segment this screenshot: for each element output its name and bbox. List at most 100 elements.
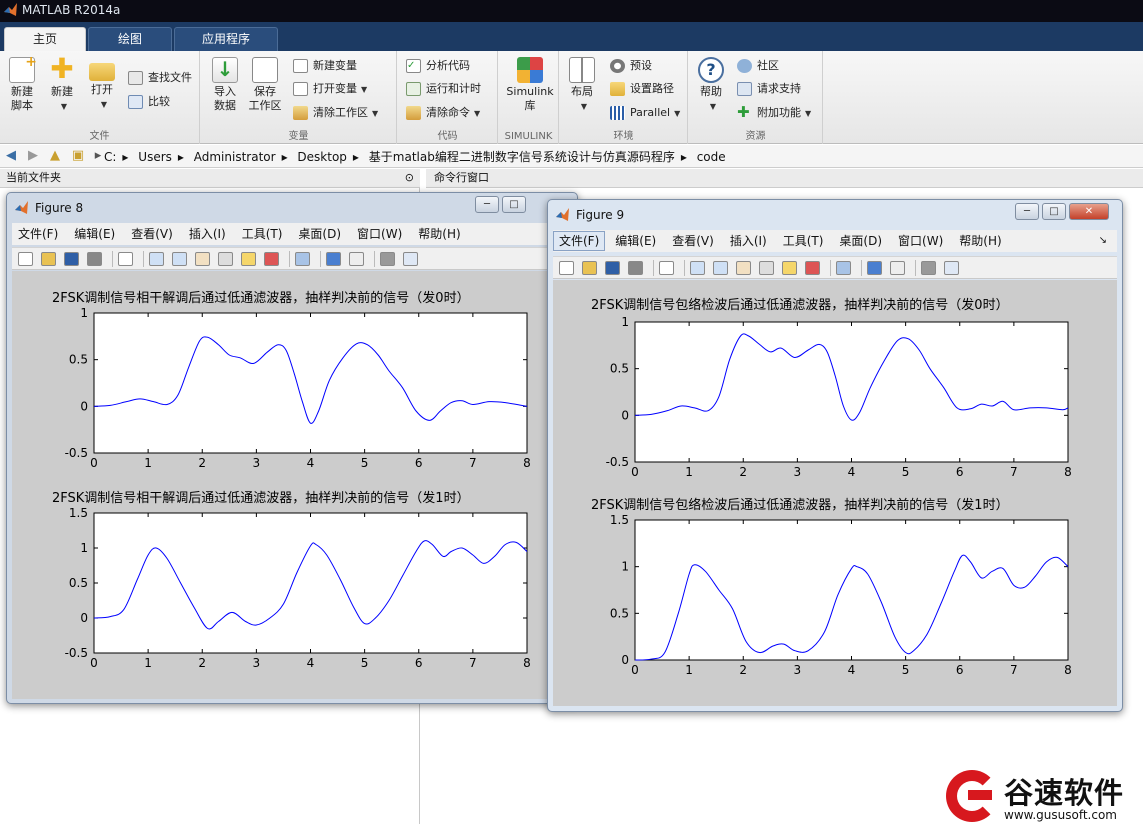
tab-home[interactable]: 主页 [4, 27, 86, 51]
watermark-url: www.gususoft.com [1004, 808, 1117, 822]
legend-icon[interactable] [349, 252, 364, 266]
menu-desktop[interactable]: 桌面(D) [833, 230, 888, 252]
link-plot-icon[interactable] [295, 252, 310, 266]
data-cursor-icon[interactable] [782, 261, 797, 275]
print-icon[interactable] [628, 261, 643, 275]
open-button[interactable]: 打开 ▼ [82, 57, 122, 112]
minimize-button[interactable]: ─ [475, 196, 499, 213]
axes-2[interactable]: 0 1 2 3 4 5 6 7 8-0.500.511.5 [12, 503, 572, 673]
up-folder-icon[interactable]: ▲ [47, 148, 63, 164]
zoom-in-icon[interactable] [149, 252, 164, 266]
menu-tools[interactable]: 工具(T) [236, 223, 289, 245]
breadcrumb-item[interactable]: Users [138, 150, 172, 164]
tab-apps[interactable]: 应用程序 [174, 27, 278, 51]
open-file-icon[interactable] [41, 252, 56, 266]
addons-button[interactable]: ✚ 附加功能 ▼ [737, 104, 811, 122]
menu-help[interactable]: 帮助(H) [412, 223, 466, 245]
clear-commands-label: 清除命令 [426, 106, 470, 119]
browse-folder-icon[interactable]: ▣ [70, 148, 86, 164]
breadcrumb-separator: ▸ [680, 150, 687, 164]
breadcrumb-item[interactable]: Desktop [297, 150, 347, 164]
preferences-button[interactable]: 预设 [610, 57, 652, 75]
breadcrumb-item[interactable]: 基于matlab编程二进制数字信号系统设计与仿真源码程序 [369, 150, 675, 164]
select-arrow-icon[interactable] [118, 252, 133, 266]
brush-icon[interactable] [264, 252, 279, 266]
hide-tools-icon[interactable] [380, 252, 395, 266]
help-button[interactable]: ? 帮助 ▼ [691, 57, 731, 114]
data-cursor-icon[interactable] [241, 252, 256, 266]
show-tools-icon[interactable] [944, 261, 959, 275]
simulink-library-button[interactable]: Simulink 库 [505, 57, 555, 113]
figure-8-window[interactable]: Figure 8 ─ □ 文件(F) 编辑(E) 查看(V) 插入(I) 工具(T) 桌面… [6, 192, 578, 704]
colorbar-icon[interactable] [326, 252, 341, 266]
menu-file[interactable]: 文件(F) [553, 231, 606, 251]
clear-workspace-button[interactable]: 清除工作区 ▼ [293, 104, 378, 122]
parallel-button[interactable]: Parallel ▼ [610, 104, 680, 122]
back-arrow-icon[interactable]: ◀ [3, 148, 19, 164]
hide-tools-icon[interactable] [921, 261, 936, 275]
new-button[interactable]: ✚ 新建 ▼ [42, 55, 82, 114]
menu-desktop[interactable]: 桌面(D) [292, 223, 347, 245]
request-support-button[interactable]: 请求支持 [737, 80, 801, 98]
legend-icon[interactable] [890, 261, 905, 275]
import-data-button[interactable]: ↓ 导入 数据 [205, 57, 245, 113]
save-workspace-button[interactable]: 保存 工作区 [245, 57, 285, 113]
new-figure-icon[interactable] [18, 252, 33, 266]
axes-2[interactable]: 0 1 2 3 4 5 6 7 8 0 0.5 1 1.5 [553, 510, 1117, 680]
menu-insert[interactable]: 插入(I) [183, 223, 232, 245]
run-and-time-button[interactable]: 运行和计时 [406, 80, 481, 98]
colorbar-icon[interactable] [867, 261, 882, 275]
layout-button[interactable]: 布局 ▼ [562, 57, 602, 114]
pan-hand-icon[interactable] [736, 261, 751, 275]
x-tick-label: 0 [90, 456, 98, 470]
menu-insert[interactable]: 插入(I) [724, 230, 773, 252]
open-variable-button[interactable]: 打开变量 ▼ [293, 80, 367, 98]
find-files-button[interactable]: 查找文件 [128, 69, 192, 87]
forward-arrow-icon[interactable]: ▶ [25, 148, 41, 164]
maximize-button[interactable]: □ [1042, 203, 1066, 220]
new-script-button[interactable]: + 新建 脚本 [2, 55, 42, 113]
brush-icon[interactable] [805, 261, 820, 275]
save-icon[interactable] [605, 261, 620, 275]
menu-view[interactable]: 查看(V) [666, 230, 720, 252]
menu-edit[interactable]: 编辑(E) [609, 230, 662, 252]
compare-button[interactable]: 比较 [128, 93, 170, 111]
maximize-button[interactable]: □ [502, 196, 526, 213]
community-button[interactable]: 社区 [737, 57, 779, 75]
zoom-in-icon[interactable] [690, 261, 705, 275]
pan-hand-icon[interactable] [195, 252, 210, 266]
axes-1[interactable]: 0 1 2 3 4 5 6 7 8-0.500.51 [12, 303, 572, 473]
rotate-3d-icon[interactable] [218, 252, 233, 266]
menu-view[interactable]: 查看(V) [125, 223, 179, 245]
axes-1[interactable]: 0 1 2 3 4 5 6 7 8-0.500.51 [553, 312, 1117, 482]
menu-edit[interactable]: 编辑(E) [68, 223, 121, 245]
select-arrow-icon[interactable] [659, 261, 674, 275]
open-file-icon[interactable] [582, 261, 597, 275]
breadcrumb-item[interactable]: code [697, 150, 726, 164]
save-icon[interactable] [64, 252, 79, 266]
new-figure-icon[interactable] [559, 261, 574, 275]
close-button[interactable]: ✕ [1069, 203, 1109, 220]
new-variable-button[interactable]: 新建变量 [293, 57, 357, 75]
clear-commands-button[interactable]: 清除命令 ▼ [406, 104, 480, 122]
figure-9-window[interactable]: Figure 9 ─ □ ✕ 文件(F) 编辑(E) 查看(V) 插入(I) 工具(T)… [547, 199, 1123, 712]
analyze-code-button[interactable]: ✓ 分析代码 [406, 57, 470, 75]
set-path-button[interactable]: 设置路径 [610, 80, 674, 98]
menu-tools[interactable]: 工具(T) [777, 230, 830, 252]
rotate-3d-icon[interactable] [759, 261, 774, 275]
link-plot-icon[interactable] [836, 261, 851, 275]
menu-overflow-icon[interactable]: ↘ [1093, 230, 1113, 252]
menu-window[interactable]: 窗口(W) [351, 223, 408, 245]
minimize-button[interactable]: ─ [1015, 203, 1039, 220]
print-icon[interactable] [87, 252, 102, 266]
menu-window[interactable]: 窗口(W) [892, 230, 949, 252]
tab-plots[interactable]: 绘图 [88, 27, 172, 51]
show-tools-icon[interactable] [403, 252, 418, 266]
breadcrumb-item[interactable]: Administrator [194, 150, 276, 164]
panel-menu-chevron-icon[interactable]: ⊙ [405, 169, 414, 187]
breadcrumb-item[interactable]: C: [104, 150, 116, 164]
menu-file[interactable]: 文件(F) [12, 223, 64, 245]
zoom-out-icon[interactable] [172, 252, 187, 266]
menu-help[interactable]: 帮助(H) [953, 230, 1007, 252]
zoom-out-icon[interactable] [713, 261, 728, 275]
